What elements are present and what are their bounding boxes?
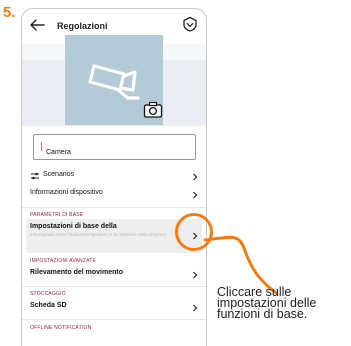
callout-line: funzioni di base. xyxy=(217,307,308,321)
callout-text: Cliccare sulle impostazioni delle funzio… xyxy=(217,286,351,321)
